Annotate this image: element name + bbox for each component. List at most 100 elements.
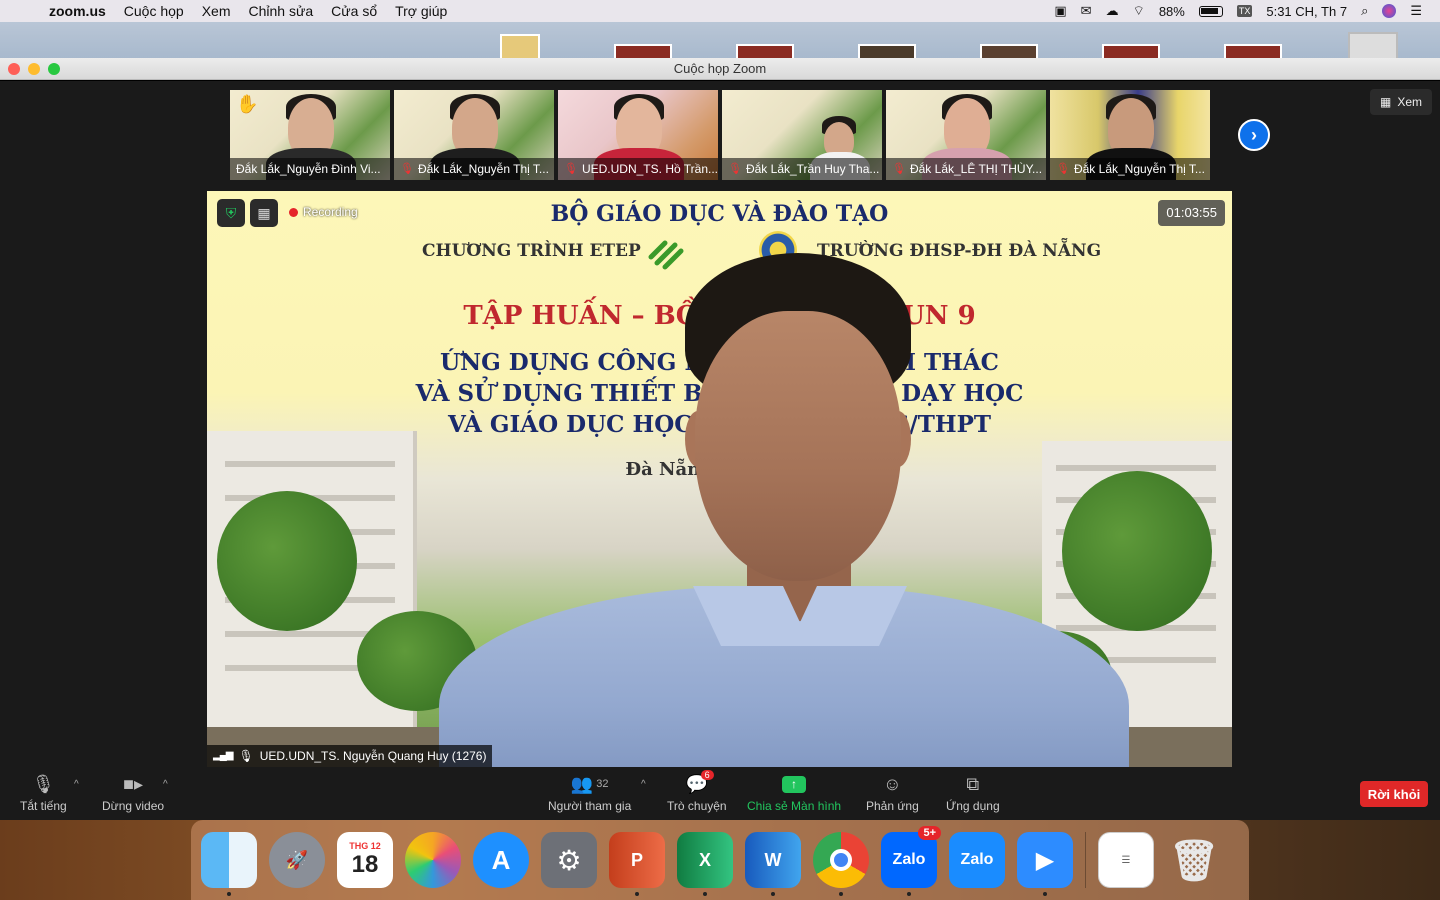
mic-muted-icon: 🎙 xyxy=(1056,163,1070,175)
participant-tile[interactable]: 🎙 Đắk Lắk_Nguyễn Thị T... xyxy=(1050,90,1210,180)
chat-bubble-icon: 💬 6 xyxy=(686,770,714,795)
finder-icon[interactable] xyxy=(201,832,257,896)
status-area: ▣ ✉ ☁ ⌔ 88% TX 5:31 CH, Th 7 ⌕ ☰ xyxy=(1054,0,1440,22)
menu-window[interactable]: Cửa sổ xyxy=(322,3,386,19)
menu-meeting[interactable]: Cuộc họp xyxy=(115,3,193,19)
recording-label: Recording xyxy=(303,205,358,219)
microphone-icon: 🎙 xyxy=(31,773,55,794)
excel-icon[interactable]: X xyxy=(677,832,733,896)
window-title-bar[interactable]: Cuộc họp Zoom xyxy=(0,58,1440,80)
document-stack-icon[interactable]: ☰ xyxy=(1098,832,1154,888)
running-indicator xyxy=(907,892,911,896)
recording-indicator[interactable]: Recording xyxy=(289,205,358,219)
slide-ministry-title: BỘ GIÁO DỤC VÀ ĐÀO TẠO xyxy=(550,201,889,227)
next-page-arrow-icon[interactable]: › xyxy=(1238,119,1270,151)
desktop-file-thumbnail[interactable] xyxy=(614,44,672,58)
apps-button[interactable]: ⧉ Ứng dụng xyxy=(946,773,1000,814)
share-screen-button[interactable]: ↑ Chia sẻ Màn hình xyxy=(747,773,841,813)
stop-video-button[interactable]: ■▸ Dừng video xyxy=(102,773,165,814)
spotlight-search-icon[interactable]: ⌕ xyxy=(1361,3,1368,19)
menu-app-name[interactable]: zoom.us xyxy=(40,3,115,19)
siri-icon[interactable] xyxy=(1382,4,1397,18)
fullscreen-window-button[interactable] xyxy=(48,63,60,75)
view-button[interactable]: ▦ Xem xyxy=(1370,89,1433,115)
running-indicator xyxy=(635,892,639,896)
notification-icon[interactable]: ✉ xyxy=(1081,3,1092,19)
participant-name-label: Đắk Lắk_Nguyễn Đình Vi... xyxy=(230,158,390,180)
powerpoint-icon[interactable]: P xyxy=(609,832,665,896)
control-center-icon[interactable]: ☰ xyxy=(1410,3,1422,19)
view-button-label: Xem xyxy=(1397,95,1423,109)
reactions-button[interactable]: ☺ Phản ứng xyxy=(866,773,919,814)
desktop-file-thumbnail[interactable] xyxy=(1224,44,1282,58)
app-store-icon[interactable]: A xyxy=(473,832,529,888)
cloud-icon[interactable]: ☁ xyxy=(1106,3,1119,19)
mic-muted-icon: 🎙 xyxy=(892,163,906,175)
desktop-file-thumbnail[interactable] xyxy=(500,34,540,58)
participant-tile[interactable]: 🎙 Đắk Lắk_Nguyễn Thị T... xyxy=(394,90,554,180)
security-shield-icon[interactable]: ⛨ xyxy=(217,199,245,227)
participants-button-label: Người tham gia xyxy=(548,799,632,813)
menu-help[interactable]: Trợ giúp xyxy=(386,3,456,19)
participant-tile[interactable]: 🎙 Đắk Lắk_LÊ THỊ THÙY... xyxy=(886,90,1046,180)
input-source-icon[interactable]: TX xyxy=(1236,5,1253,17)
zalo-call-label: Zalo xyxy=(960,851,994,868)
wifi-icon[interactable]: ⌔ xyxy=(1133,3,1145,19)
zoom-icon[interactable]: ▶ xyxy=(1017,832,1073,896)
mute-button[interactable]: 🎙 Tắt tiếng xyxy=(20,773,67,814)
running-indicator xyxy=(771,892,775,896)
slide-background-tree xyxy=(1062,471,1212,631)
dock-separator xyxy=(1085,832,1086,888)
participants-button[interactable]: 👥 32 Người tham gia xyxy=(548,773,632,814)
slide-program-name: CHƯƠNG TRÌNH ETEP xyxy=(422,241,641,261)
recording-dot-icon xyxy=(289,207,298,217)
system-preferences-icon[interactable]: ⚙ xyxy=(541,832,597,888)
gallery-view-icon: ▦ xyxy=(1380,95,1392,109)
participant-tile[interactable]: 🎙 UED.UDN_TS. Hồ Trần... xyxy=(558,90,718,180)
meeting-control-bar: 🎙 Tắt tiếng ^ ■▸ Dừng video ^ 👥 32 Người … xyxy=(0,767,1440,820)
clock[interactable]: 5:31 CH, Th 7 xyxy=(1266,4,1347,19)
desktop-file-thumbnail[interactable] xyxy=(1348,32,1398,58)
active-speaker-video[interactable]: BỘ GIÁO DỤC VÀ ĐÀO TẠO CHƯƠNG TRÌNH ETEP… xyxy=(207,191,1232,767)
participants-options-chevron-icon[interactable]: ^ xyxy=(641,779,646,790)
desktop-file-thumbnail[interactable] xyxy=(736,44,794,58)
menu-bar: zoom.us Cuộc họp Xem Chỉnh sửa Cửa sổ Tr… xyxy=(0,0,1440,22)
menu-view[interactable]: Xem xyxy=(193,3,240,19)
stop-video-button-label: Dừng video xyxy=(102,799,165,813)
participant-tile[interactable]: ✋ Đắk Lắk_Nguyễn Đình Vi... xyxy=(230,90,390,180)
participant-tile[interactable]: 🎙 Đắk Lắk_Trần Huy Tha... xyxy=(722,90,882,180)
apps-button-label: Ứng dụng xyxy=(946,799,1000,813)
close-window-button[interactable] xyxy=(8,63,20,75)
menu-edit[interactable]: Chỉnh sửa xyxy=(240,3,323,19)
desktop-file-thumbnail[interactable] xyxy=(980,44,1038,58)
video-options-chevron-icon[interactable]: ^ xyxy=(163,779,168,790)
running-indicator xyxy=(1043,892,1047,896)
participant-name-label: 🎙 Đắk Lắk_Trần Huy Tha... xyxy=(722,158,882,180)
zalo-notification-badge: 5+ xyxy=(918,826,941,840)
calendar-day: 18 xyxy=(351,851,379,878)
chrome-icon[interactable] xyxy=(813,832,869,896)
apps-icon: ⧉ xyxy=(966,773,980,794)
word-icon[interactable]: W xyxy=(745,832,801,896)
slide-school-name: TRƯỜNG ĐHSP-ĐH ĐÀ NẴNG xyxy=(817,241,1102,261)
audio-options-chevron-icon[interactable]: ^ xyxy=(74,779,79,790)
desktop-file-thumbnail[interactable] xyxy=(1102,44,1160,58)
speaker-name: UED.UDN_TS. Nguyễn Quang Huy (1276) xyxy=(259,749,487,763)
view-options-icon[interactable]: ▦ xyxy=(250,199,278,227)
battery-percent: 88% xyxy=(1158,3,1185,19)
zalo-icon[interactable]: Zalo 5+ xyxy=(881,826,941,896)
chat-button[interactable]: 💬 6 Trò chuyện xyxy=(667,770,727,813)
zoom-status-icon[interactable]: ▣ xyxy=(1054,3,1066,19)
launchpad-icon[interactable]: 🚀 xyxy=(269,832,325,888)
leave-meeting-button[interactable]: Rời khỏi xyxy=(1360,781,1428,807)
desktop-file-thumbnail[interactable] xyxy=(858,44,916,58)
zalo-call-icon[interactable]: Zalo xyxy=(949,832,1005,888)
photos-icon[interactable] xyxy=(405,832,461,888)
trash-icon[interactable]: 🗑 xyxy=(1166,832,1222,888)
calendar-icon[interactable]: THG 12 18 xyxy=(337,832,393,888)
minimize-window-button[interactable] xyxy=(28,63,40,75)
chat-unread-badge: 6 xyxy=(700,770,714,780)
running-indicator xyxy=(703,892,707,896)
running-indicator xyxy=(839,892,843,896)
battery-icon[interactable] xyxy=(1198,5,1223,17)
